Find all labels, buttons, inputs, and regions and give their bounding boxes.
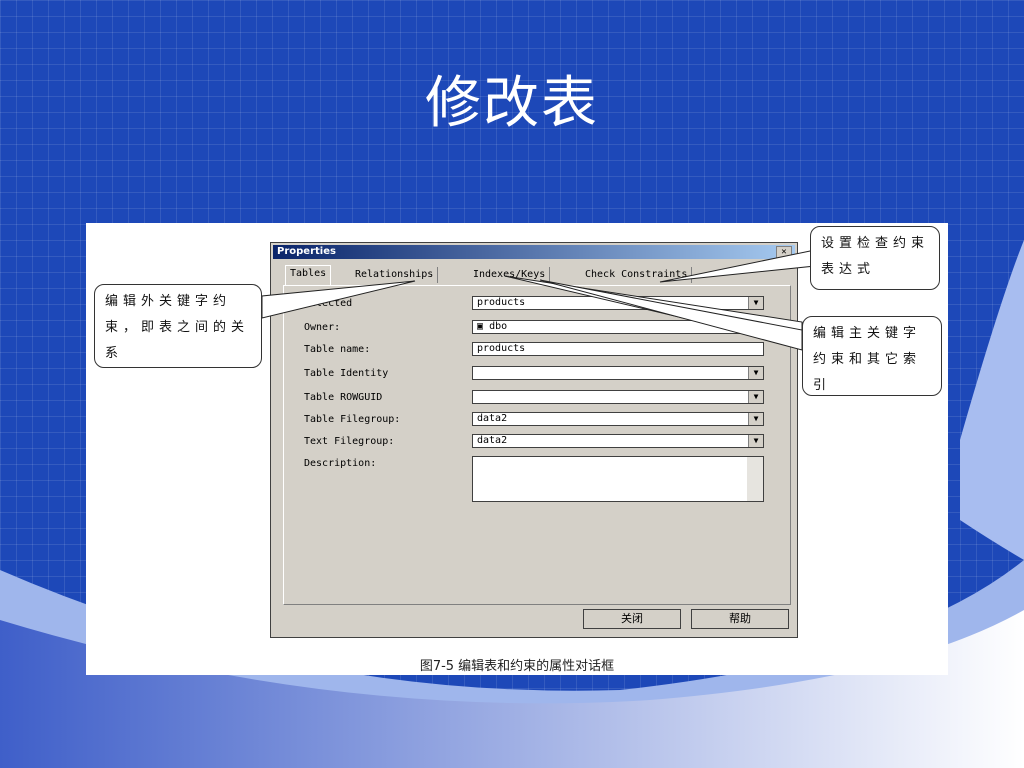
callout-foreign-key: 编辑外关键字约束，即表之间的关系	[94, 284, 262, 368]
callout-check-constraint: 设置检查约束表达式	[810, 226, 940, 290]
callout-primary-key: 编辑主关键字约束和其它索引	[802, 316, 942, 396]
